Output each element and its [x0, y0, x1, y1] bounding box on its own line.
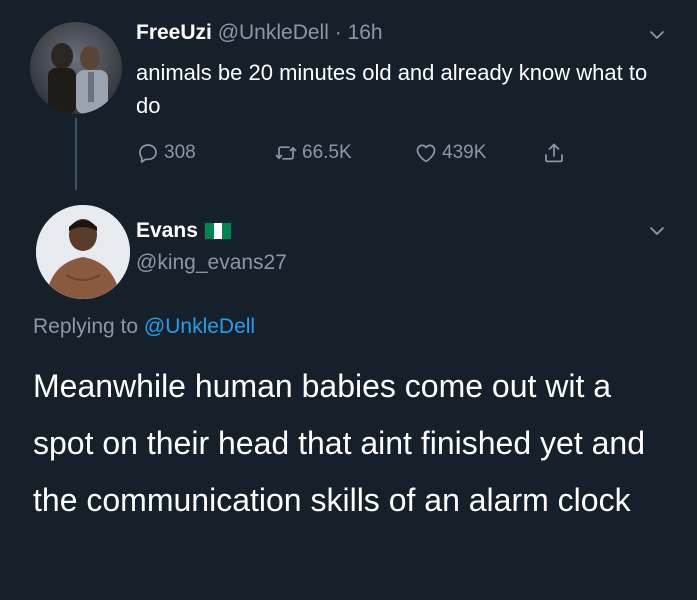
- chevron-down-icon[interactable]: [648, 222, 666, 240]
- reply-icon: [139, 144, 157, 163]
- user-handle[interactable]: @UnkleDell: [218, 21, 329, 44]
- nigeria-flag-icon: [203, 222, 232, 240]
- chevron-down-icon[interactable]: [648, 26, 666, 44]
- retweet-icon: [275, 146, 297, 160]
- like-icon: [416, 144, 436, 163]
- timestamp[interactable]: 16h: [348, 21, 383, 44]
- avatar[interactable]: [30, 22, 122, 114]
- share-button[interactable]: [542, 140, 570, 166]
- reply-button[interactable]: 308: [136, 140, 196, 166]
- reply-tweet-text: Meanwhile human babies come out wit a sp…: [33, 368, 645, 518]
- replying-to-line: Replying to @UnkleDell: [33, 314, 255, 340]
- reply-display-name-row[interactable]: Evans: [136, 218, 232, 244]
- like-count: 439K: [442, 142, 487, 163]
- like-button[interactable]: 439K: [414, 140, 486, 166]
- avatar-photo-icon: [36, 205, 130, 299]
- tweet-text: animals be 20 minutes old and already kn…: [136, 60, 648, 118]
- display-name[interactable]: FreeUzi: [136, 21, 212, 44]
- user-handle[interactable]: @king_evans27: [136, 250, 287, 276]
- separator-dot: ·: [334, 21, 342, 44]
- reply-avatar[interactable]: [36, 205, 130, 299]
- tweet-header: FreeUzi @UnkleDell · 16h: [136, 20, 383, 46]
- retweet-count: 66.5K: [302, 142, 352, 163]
- replying-to-label: Replying to: [33, 315, 139, 338]
- reply-count: 308: [164, 142, 196, 163]
- tweet-actions: 308 66.5K 439K: [136, 140, 606, 166]
- mention-link[interactable]: @UnkleDell: [144, 315, 255, 338]
- retweet-button[interactable]: 66.5K: [274, 140, 352, 166]
- avatar-photo-icon: [48, 43, 108, 114]
- tweet-thread: FreeUzi @UnkleDell · 16h animals be 20 m…: [0, 0, 697, 600]
- parent-tweet[interactable]: FreeUzi @UnkleDell · 16h animals be 20 m…: [0, 0, 697, 195]
- share-icon: [545, 143, 563, 163]
- thread-connector-line: [75, 118, 77, 190]
- display-name[interactable]: Evans: [136, 218, 198, 244]
